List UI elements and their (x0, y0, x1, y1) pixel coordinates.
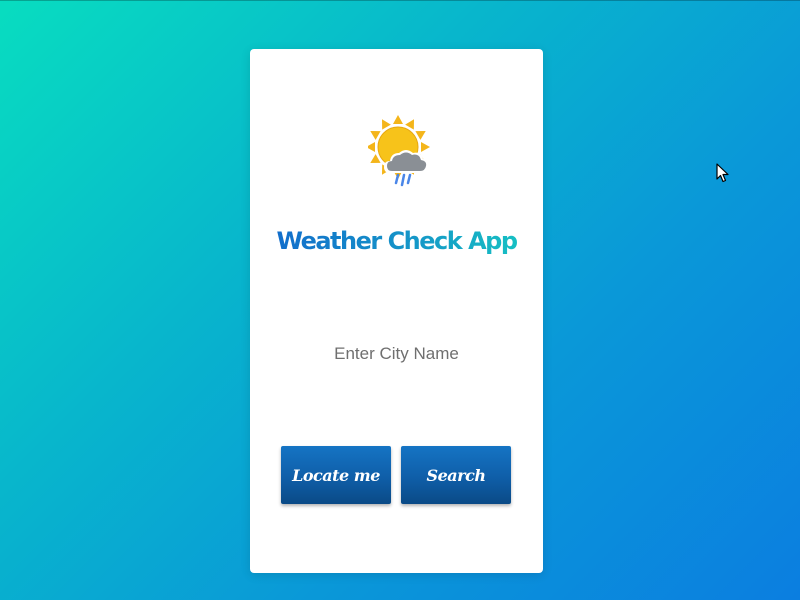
locate-me-button[interactable]: Locate me (281, 446, 391, 504)
weather-card: Weather Check App Locate me Search (250, 49, 543, 573)
city-name-input[interactable] (290, 337, 503, 371)
mouse-cursor-icon (716, 163, 729, 183)
sun-rain-cloud-icon (368, 115, 430, 187)
app-title: Weather Check App (250, 227, 543, 255)
window-top-edge (0, 0, 800, 1)
search-button[interactable]: Search (401, 446, 511, 504)
